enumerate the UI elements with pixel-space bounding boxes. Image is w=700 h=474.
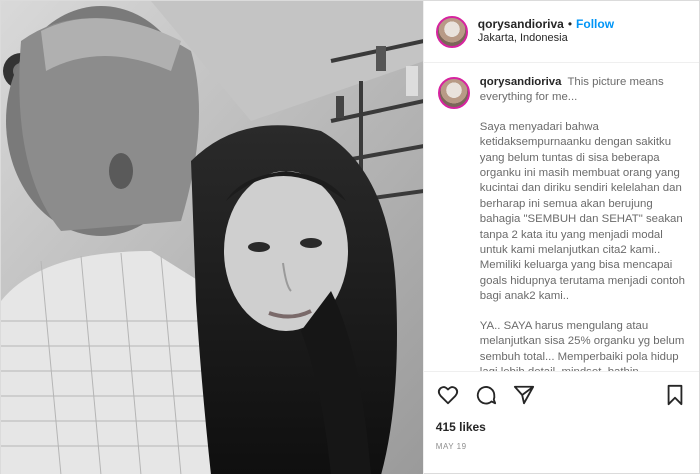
post-photo[interactable] bbox=[1, 1, 423, 474]
post-header: qorysandioriva • Follow Jakarta, Indones… bbox=[423, 1, 699, 63]
caption-avatar[interactable] bbox=[437, 77, 470, 109]
caption-lead-line: qorysandioriva This picture means everyt… bbox=[480, 75, 685, 106]
action-icons bbox=[436, 380, 687, 410]
post-date: MAY 19 bbox=[435, 442, 467, 451]
caption-username[interactable]: qorysandioriva bbox=[480, 76, 562, 88]
comment-icon[interactable] bbox=[474, 383, 498, 407]
bookmark-icon[interactable] bbox=[663, 383, 687, 407]
caption-area[interactable]: qorysandioriva This picture means everyt… bbox=[424, 63, 699, 371]
instagram-post: qorysandioriva • Follow Jakarta, Indones… bbox=[0, 0, 700, 474]
caption-paragraph-2: YA.. SAYA harus mengulang atau melanjutk… bbox=[479, 319, 685, 371]
photo-illustration bbox=[1, 1, 423, 474]
follow-button[interactable]: Follow bbox=[576, 17, 614, 32]
author-avatar[interactable] bbox=[435, 15, 468, 48]
caption-paragraph-1: Saya menyadari bahwa ketidaksempurnaanku… bbox=[479, 120, 689, 303]
author-username[interactable]: qorysandioriva bbox=[478, 17, 564, 32]
caption-text: qorysandioriva This picture means everyt… bbox=[480, 75, 685, 371]
heart-icon[interactable] bbox=[436, 383, 460, 407]
post-side-panel: qorysandioriva • Follow Jakarta, Indones… bbox=[422, 1, 699, 474]
share-icon[interactable] bbox=[512, 383, 536, 407]
separator-dot: • bbox=[567, 17, 573, 32]
likes-count[interactable]: 415 likes bbox=[436, 420, 687, 434]
header-text: qorysandioriva • Follow Jakarta, Indones… bbox=[478, 17, 614, 46]
action-bar: 415 likes MAY 19 bbox=[423, 371, 699, 474]
post-location[interactable]: Jakarta, Indonesia bbox=[478, 32, 614, 46]
header-row: qorysandioriva • Follow bbox=[478, 17, 614, 32]
